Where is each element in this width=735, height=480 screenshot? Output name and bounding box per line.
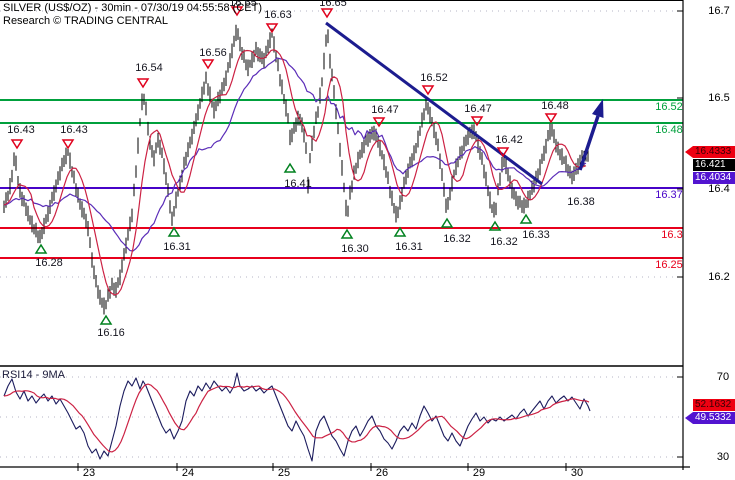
price-ma-slow-line (3, 57, 587, 252)
support-triangle-icon (34, 243, 48, 254)
y-axis-label: 16.4 (708, 183, 730, 195)
support-label: 16.31 (163, 241, 191, 253)
resistance-label: 16.47 (464, 103, 492, 115)
resistance-label: 16.42 (495, 134, 523, 146)
forecast-arrow-shaft (578, 115, 600, 171)
chart-subtitle: Research © TRADING CENTRAL (3, 15, 168, 27)
resistance-label: 16.65 (319, 0, 347, 9)
x-axis-label: 30 (570, 467, 584, 479)
support-label: 16.16 (97, 327, 125, 339)
resistance-triangle-icon (61, 139, 75, 150)
x-axis-label: 29 (472, 467, 486, 479)
support-label: 16.31 (395, 241, 423, 253)
x-axis-label: 24 (181, 467, 195, 479)
resistance-label: 16.43 (7, 124, 35, 136)
x-axis-label: 25 (277, 467, 291, 479)
support-triangle-icon (167, 226, 181, 237)
resistance-triangle-icon (10, 139, 24, 150)
rsi-axis-label: 70 (716, 371, 730, 383)
support-label: 16.41 (284, 178, 312, 190)
resistance-triangle-icon (265, 23, 279, 34)
support-triangle-icon (393, 226, 407, 237)
price-tag: 16.421 (693, 159, 735, 171)
rsi-value-tag: 52.1632 (693, 399, 735, 411)
support-label: 16.32 (443, 233, 471, 245)
price-tag: 16.4333 (685, 146, 735, 158)
resistance-label: 16.63 (264, 9, 292, 21)
price-tag: 16.4034 (693, 172, 735, 184)
level-price-label: 16.48 (655, 124, 683, 136)
resistance-triangle-icon (421, 85, 435, 96)
support-triangle-icon (340, 228, 354, 239)
resistance-label: 16.48 (541, 100, 569, 112)
support-triangle-icon (519, 213, 533, 224)
resistance-triangle-icon (201, 59, 215, 70)
support-label: 16.33 (522, 229, 550, 241)
rsi-line (3, 372, 591, 462)
resistance-label: 16.54 (135, 62, 163, 74)
forecast-arrow-head (592, 99, 604, 118)
resistance-triangle-icon (544, 113, 558, 124)
support-label: 16.28 (35, 257, 63, 269)
level-price-label: 16.25 (655, 259, 683, 271)
x-axis-label: 23 (82, 467, 96, 479)
y-axis-label: 16.2 (708, 271, 730, 283)
y-axis-label: 16.7 (708, 5, 730, 17)
price-note-label: 16.38 (567, 196, 595, 208)
x-axis-label: 26 (375, 467, 389, 479)
resistance-label: 16.52 (420, 72, 448, 84)
level-price-label: 16.3 (661, 229, 683, 241)
resistance-triangle-icon (136, 78, 150, 89)
rsi-value-tag: 49.5332 (685, 412, 735, 424)
price-chart-svg (0, 0, 690, 471)
resistance-label: 16.43 (60, 124, 88, 136)
rsi-pane-label: RSI14 - 9MA (2, 369, 65, 381)
rsi-value-tag-arrow-icon (685, 412, 693, 424)
support-label: 16.30 (341, 243, 369, 255)
support-triangle-icon (440, 217, 454, 228)
support-triangle-icon (283, 162, 297, 173)
resistance-label: 16.47 (371, 104, 399, 116)
support-label: 16.32 (490, 236, 518, 248)
level-price-label: 16.37 (655, 189, 683, 201)
support-triangle-icon (99, 314, 113, 325)
y-axis-label: 16.5 (708, 92, 730, 104)
resistance-label: 16.56 (199, 47, 227, 59)
resistance-triangle-icon (320, 8, 334, 19)
chart-root: SILVER (US$/OZ) - 30min - 07/30/19 04:55… (0, 0, 735, 480)
level-price-label: 16.52 (655, 101, 683, 113)
price-tag-arrow-icon (685, 146, 693, 158)
chart-title: SILVER (US$/OZ) - 30min - 07/30/19 04:55… (3, 2, 263, 14)
rsi-axis-label: 30 (716, 451, 730, 463)
